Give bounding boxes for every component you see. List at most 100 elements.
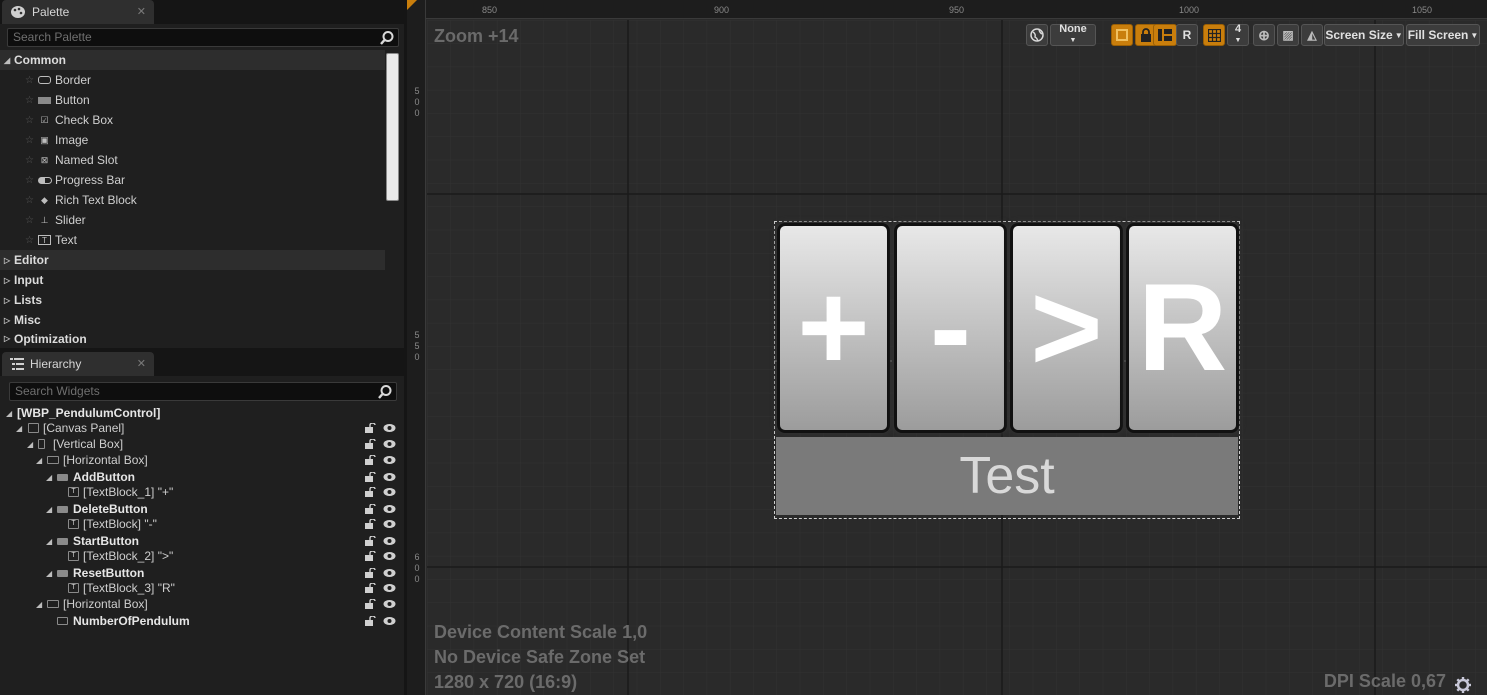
star-icon[interactable]: ☆ xyxy=(25,195,34,206)
gear-icon[interactable] xyxy=(1454,676,1472,694)
tree-row-textblock[interactable]: T [TextBlock] "-" xyxy=(0,516,404,532)
palette-search-input[interactable]: Search Palette xyxy=(7,28,399,47)
palette-item-label: Progress Bar xyxy=(55,173,126,187)
tree-row-label: [TextBlock] "-" xyxy=(83,517,157,531)
tree-row-reset-button[interactable]: ◢ ResetButton xyxy=(0,565,404,581)
star-icon[interactable]: ☆ xyxy=(25,175,34,186)
r-button[interactable]: R xyxy=(1176,24,1198,46)
eye-icon[interactable] xyxy=(383,519,396,529)
lock-icon[interactable] xyxy=(365,455,376,465)
tree-row-horizontal-box-2[interactable]: ◢ [Horizontal Box] xyxy=(0,596,404,612)
star-icon[interactable]: ☆ xyxy=(25,115,34,126)
tree-row-textblock-1[interactable]: T [TextBlock_1] "+" xyxy=(0,484,404,500)
palette-item-button[interactable]: ☆ Button xyxy=(0,90,385,110)
star-icon[interactable]: ☆ xyxy=(25,215,34,226)
hierarchy-search-input[interactable]: Search Widgets xyxy=(9,382,397,401)
widget-outline-toggle[interactable] xyxy=(1111,24,1133,46)
number-of-pendulum-text[interactable]: Test xyxy=(776,437,1238,515)
tree-row-canvas-panel[interactable]: ◢ [Canvas Panel] xyxy=(0,420,404,436)
category-optimization[interactable]: ▷ Optimization xyxy=(0,330,385,347)
tree-row-horizontal-box[interactable]: ◢ [Horizontal Box] xyxy=(0,452,404,468)
category-common[interactable]: ◢ Common xyxy=(0,50,385,70)
search-icon[interactable] xyxy=(379,30,395,46)
hierarchy-tab[interactable]: Hierarchy ✕ xyxy=(2,352,154,376)
eye-icon[interactable] xyxy=(383,472,396,482)
fit-view-button[interactable]: ⊕ xyxy=(1253,24,1275,46)
tree-row-number-of-pendulum[interactable]: NumberOfPendulum xyxy=(0,613,404,629)
palette-item-border[interactable]: ☆ Border xyxy=(0,70,385,90)
palette-item-text[interactable]: ☆ T Text xyxy=(0,230,385,250)
add-button[interactable]: + xyxy=(780,226,887,430)
reset-button[interactable]: R xyxy=(1129,226,1236,430)
palette-tab[interactable]: Palette ✕ xyxy=(2,0,154,24)
screen-size-dropdown[interactable]: Screen Size ▼ xyxy=(1324,24,1404,46)
lock-icon[interactable] xyxy=(365,536,376,546)
eye-icon[interactable] xyxy=(383,616,396,626)
eye-icon[interactable] xyxy=(383,536,396,546)
start-button[interactable]: > xyxy=(1013,226,1120,430)
star-icon[interactable]: ☆ xyxy=(25,135,34,146)
tree-row-root[interactable]: ◢ [WBP_PendulumControl] xyxy=(0,405,404,421)
eye-icon[interactable] xyxy=(383,455,396,465)
respect-locks-toggle[interactable] xyxy=(1153,24,1177,46)
eye-icon[interactable] xyxy=(383,439,396,449)
collapsed-arrow-icon: ▷ xyxy=(4,255,11,265)
flip-toggle[interactable]: ◭ xyxy=(1301,24,1323,46)
lock-icon[interactable] xyxy=(365,551,376,561)
grid-snap-size-dropdown[interactable]: 4 ▼ xyxy=(1227,24,1249,46)
star-icon[interactable]: ☆ xyxy=(25,155,34,166)
eye-icon[interactable] xyxy=(383,423,396,433)
tree-row-start-button[interactable]: ◢ StartButton xyxy=(0,533,404,549)
category-editor[interactable]: ▷ Editor xyxy=(0,250,385,270)
lock-icon[interactable] xyxy=(365,599,376,609)
lock-icon[interactable] xyxy=(365,504,376,514)
eye-icon[interactable] xyxy=(383,568,396,578)
lock-icon[interactable] xyxy=(365,583,376,593)
palette-scrollbar[interactable] xyxy=(386,53,399,201)
fill-screen-dropdown[interactable]: Fill Screen ▼ xyxy=(1406,24,1480,46)
eye-icon[interactable] xyxy=(383,551,396,561)
close-icon[interactable]: ✕ xyxy=(137,357,146,370)
palette-item-slider[interactable]: ☆ ⊥ Slider xyxy=(0,210,385,230)
palette-item-rich-text-block[interactable]: ☆ ◆ Rich Text Block xyxy=(0,190,385,210)
eye-icon[interactable] xyxy=(383,599,396,609)
star-icon[interactable]: ☆ xyxy=(25,75,34,86)
category-input[interactable]: ▷ Input xyxy=(0,270,385,290)
text-icon: T xyxy=(68,487,79,497)
tree-row-add-button[interactable]: ◢ AddButton xyxy=(0,469,404,485)
star-icon[interactable]: ☆ xyxy=(25,95,34,106)
background-toggle[interactable]: ▨ xyxy=(1277,24,1299,46)
tree-row-textblock-3[interactable]: T [TextBlock_3] "R" xyxy=(0,580,404,596)
image-icon: ▣ xyxy=(40,135,49,145)
star-icon[interactable]: ☆ xyxy=(25,235,34,246)
tree-row-delete-button[interactable]: ◢ DeleteButton xyxy=(0,501,404,517)
button-icon xyxy=(57,473,68,481)
search-icon[interactable] xyxy=(377,384,393,400)
lock-icon[interactable] xyxy=(365,472,376,482)
lock-icon[interactable] xyxy=(365,439,376,449)
grid-snap-toggle[interactable] xyxy=(1203,24,1225,46)
palette-item-progress-bar[interactable]: ☆ Progress Bar xyxy=(0,170,385,190)
eye-icon[interactable] xyxy=(383,504,396,514)
category-lists[interactable]: ▷ Lists xyxy=(0,290,385,310)
lock-icon[interactable] xyxy=(365,487,376,497)
localization-value: None xyxy=(1059,23,1087,35)
eye-icon[interactable] xyxy=(383,487,396,497)
palette-item-check-box[interactable]: ☆ ☑ Check Box xyxy=(0,110,385,130)
delete-button[interactable]: - xyxy=(897,226,1004,430)
close-icon[interactable]: ✕ xyxy=(137,5,146,18)
tree-row-textblock-2[interactable]: T [TextBlock_2] ">" xyxy=(0,548,404,564)
lock-icon[interactable] xyxy=(365,423,376,433)
localization-globe-button[interactable] xyxy=(1026,24,1048,46)
lock-icon[interactable] xyxy=(365,616,376,626)
category-misc[interactable]: ▷ Misc xyxy=(0,310,385,330)
localization-dropdown[interactable]: None ▼ xyxy=(1050,24,1096,46)
start-button-label: > xyxy=(1030,259,1103,397)
eye-icon[interactable] xyxy=(383,583,396,593)
palette-item-named-slot[interactable]: ☆ ⊠ Named Slot xyxy=(0,150,385,170)
lock-icon[interactable] xyxy=(365,568,376,578)
lock-icon[interactable] xyxy=(365,519,376,529)
designer-viewport[interactable]: 850 900 950 1000 1050 500 550 600 Zoom +… xyxy=(407,0,1487,695)
tree-row-vertical-box[interactable]: ◢ [Vertical Box] xyxy=(0,436,404,452)
palette-item-image[interactable]: ☆ ▣ Image xyxy=(0,130,385,150)
